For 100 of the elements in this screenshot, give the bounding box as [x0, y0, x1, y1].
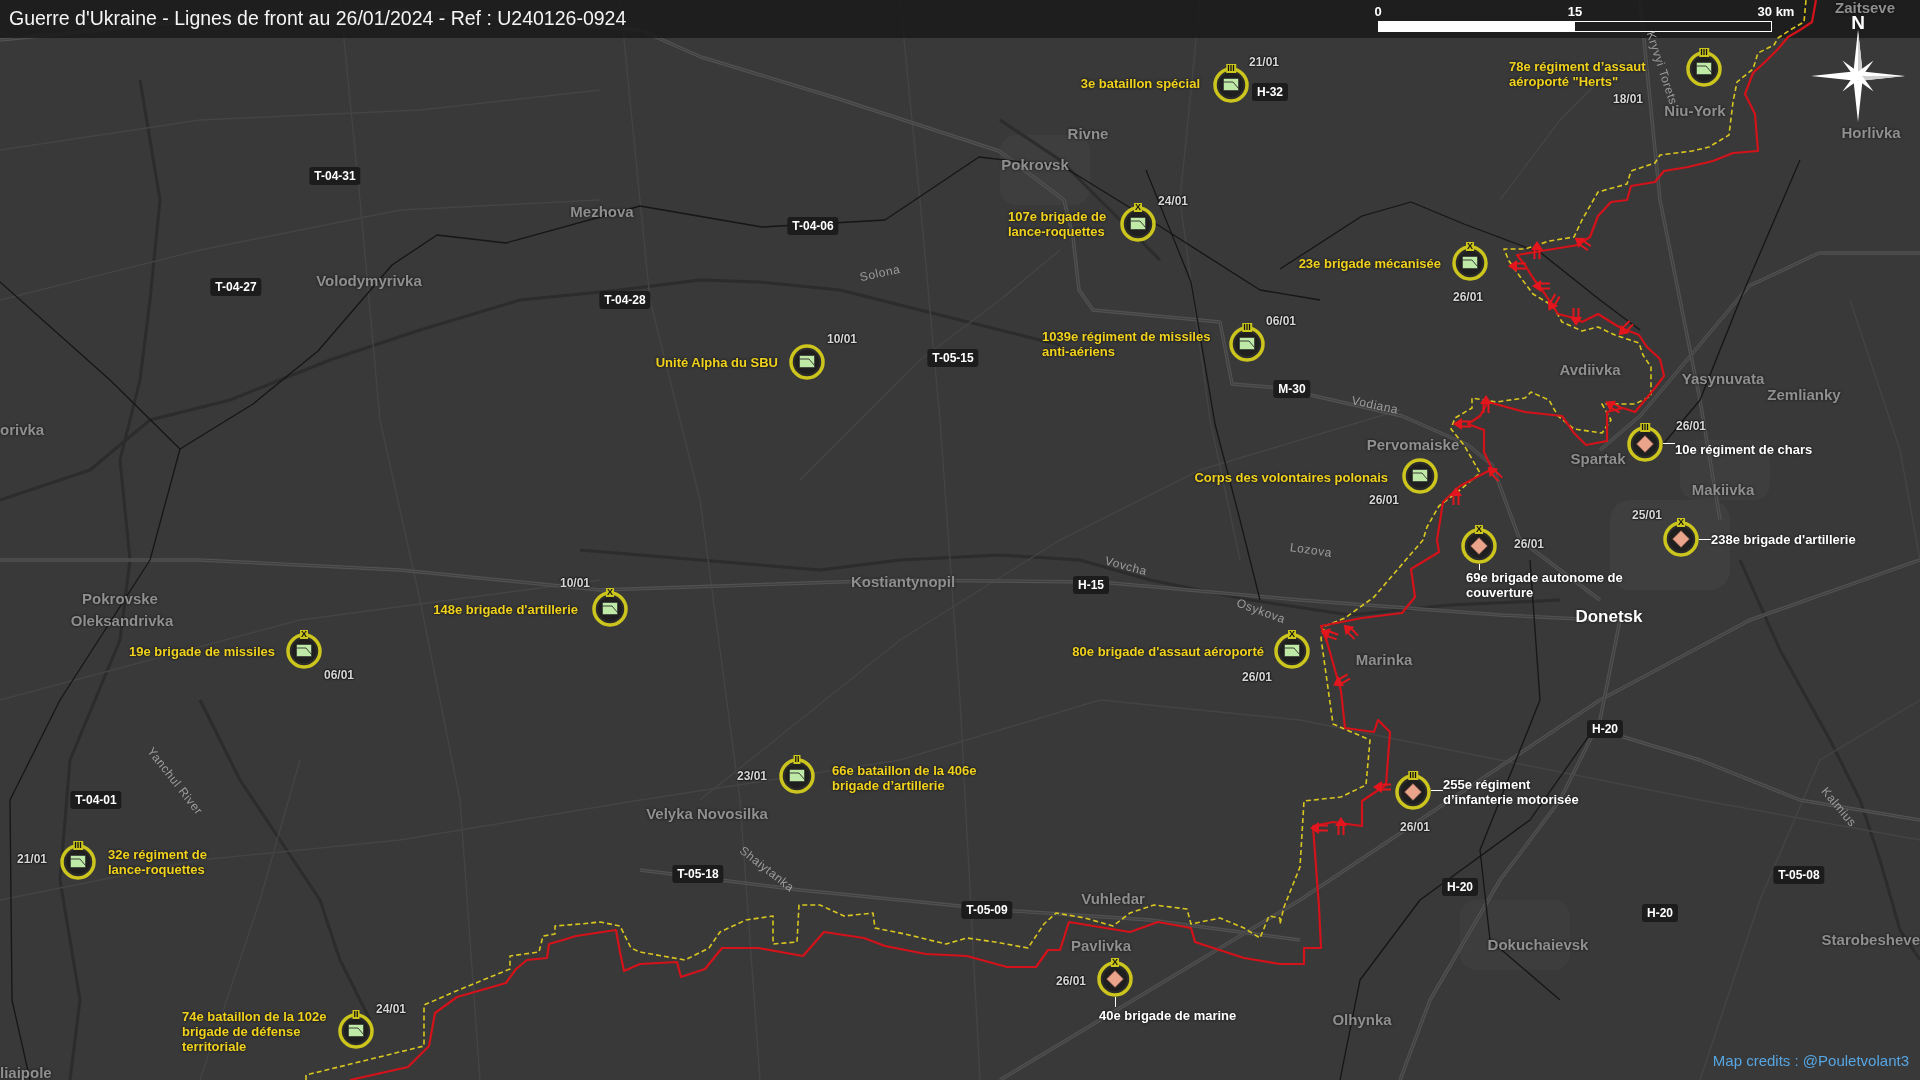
- road-number: T-05-09: [961, 901, 1013, 919]
- date-label: 24/01: [1158, 195, 1188, 207]
- date-label: 26/01: [1453, 291, 1483, 303]
- date-label: 26/01: [1676, 420, 1706, 432]
- place-name: Rivne: [1067, 125, 1109, 141]
- arrow-icon: [1320, 628, 1340, 641]
- unit-label: 40e brigade de marine: [1099, 1007, 1237, 1023]
- place-name: Avdiivka: [1559, 361, 1621, 377]
- road-number: T-05-15: [927, 349, 979, 367]
- echelon-mark: III: [1408, 771, 1418, 780]
- place-name: Mezhova: [570, 203, 634, 219]
- unit-label: 80e brigade d'assaut aéroporté: [1072, 643, 1264, 659]
- date-label: 06/01: [1266, 315, 1296, 327]
- place-name: Spartak: [1570, 450, 1626, 466]
- arrow-icon: [1508, 260, 1527, 272]
- map-credits: Map credits : @Pouletvolant3: [1712, 1053, 1909, 1068]
- place-name: Vuhledar: [1081, 890, 1145, 906]
- road-number: T-04-06: [787, 217, 839, 235]
- date-label: 26/01: [1514, 538, 1544, 550]
- leader-line: [1115, 997, 1116, 1007]
- unit-label: Corps des volontaires polonais: [1194, 469, 1388, 485]
- echelon-mark: III: [1226, 64, 1236, 73]
- echelon-mark: III: [1640, 423, 1650, 432]
- road-number: T-04-01: [70, 791, 122, 809]
- arrow-icon: [1333, 673, 1352, 687]
- unit-label: 238e brigade d'artillerie: [1711, 531, 1856, 547]
- road-number: H-15: [1073, 576, 1109, 594]
- place-name: Donetsk: [1575, 607, 1643, 625]
- date-label: 24/01: [376, 1003, 406, 1015]
- echelon-mark: X: [1111, 958, 1119, 967]
- arrow-icon: [1453, 418, 1472, 430]
- unit-label: 69e brigade autonome de couverture: [1466, 570, 1623, 600]
- arrow-icon: [1570, 307, 1582, 326]
- leader-line: [1479, 564, 1480, 570]
- leader-line: [1663, 443, 1675, 444]
- unit-label: 1039e régiment de missiles anti-aériens: [1042, 329, 1211, 359]
- place-name: liaipole: [0, 1064, 52, 1080]
- arrow-icon: [1480, 395, 1492, 414]
- unit-label: 78e régiment d’assaut aéroporté "Herts": [1509, 59, 1646, 89]
- map-title: Guerre d'Ukraine - Lignes de front au 26/01/2024 - Ref : U240126-0924: [8, 9, 627, 29]
- arrow-icon: [1335, 817, 1347, 836]
- place-name: Olhynka: [1332, 1011, 1392, 1027]
- place-name: Pervomaiske: [1366, 436, 1460, 452]
- road-number: M-30: [1273, 380, 1311, 398]
- place-name: Zaitseve: [1835, 0, 1895, 15]
- date-label: 21/01: [1249, 56, 1279, 68]
- echelon-mark: II: [352, 1010, 360, 1019]
- place-name: Volodymyrivka: [316, 272, 422, 288]
- river-name: Vodiana: [1350, 394, 1400, 416]
- arrow-icon: [1531, 241, 1543, 260]
- unit-label: 3e bataillon spécial: [1080, 75, 1200, 91]
- place-name: Oleksandrivka: [70, 612, 174, 628]
- place-name: Horlivka: [1841, 124, 1901, 140]
- unit-label: 148e brigade d'artillerie: [433, 601, 578, 617]
- unit-label: 255e régiment d’infanterie motorisée: [1443, 777, 1579, 807]
- place-name: Pokrovske: [82, 590, 158, 606]
- river-name: Vovcha: [1103, 554, 1149, 578]
- road-number: H-20: [1642, 904, 1678, 922]
- arrow-icon: [1373, 781, 1392, 793]
- unit-label: 107e brigade de lance-roquettes: [1008, 209, 1107, 239]
- place-name: Pavlivka: [1070, 937, 1132, 953]
- echelon-mark: II: [793, 755, 801, 764]
- leader-line: [1431, 790, 1443, 791]
- place-name: Marinka: [1355, 651, 1413, 667]
- echelon-mark: X: [1288, 630, 1296, 639]
- scale-label: 0: [1374, 5, 1382, 18]
- place-name: Velyka Novosilka: [646, 805, 768, 821]
- date-label: 18/01: [1613, 93, 1643, 105]
- river-name: Solona: [858, 262, 902, 284]
- arrow-icon: [1618, 319, 1635, 336]
- echelon-mark: III: [73, 841, 83, 850]
- date-label: 25/01: [1632, 509, 1662, 521]
- date-label: 10/01: [560, 577, 590, 589]
- echelon-mark: X: [1134, 203, 1142, 212]
- date-label: 26/01: [1056, 975, 1086, 987]
- date-label: 26/01: [1369, 494, 1399, 506]
- place-name: Pokrovsk: [1001, 156, 1069, 172]
- place-name: Makiivka: [1691, 481, 1755, 497]
- echelon-mark: III: [1699, 48, 1709, 57]
- echelon-mark: III: [1242, 323, 1252, 332]
- scale-label: 30 km: [1757, 5, 1795, 18]
- date-label: 23/01: [737, 770, 767, 782]
- date-label: 26/01: [1400, 821, 1430, 833]
- road-number: T-04-28: [599, 291, 651, 309]
- arrow-icon: [1487, 466, 1504, 483]
- echelon-mark: X: [1466, 242, 1474, 251]
- unit-label: 19e brigade de missiles: [129, 643, 275, 659]
- road-number: T-04-31: [309, 167, 361, 185]
- arrow-icon: [1450, 487, 1462, 506]
- river-name: Lozova: [1289, 541, 1333, 559]
- unit-label: 66e bataillon de la 406e brigade d’artillerie: [832, 763, 977, 793]
- north-label: N: [1851, 13, 1865, 32]
- unit-label: 23e brigade mécanisée: [1298, 255, 1441, 271]
- place-name: Kostiantynopil: [850, 573, 956, 589]
- arrow-icon: [1310, 822, 1329, 834]
- echelon-mark: X: [1475, 525, 1483, 534]
- unit-label: 74e bataillon de la 102e brigade de défense territoriale: [182, 1008, 327, 1054]
- scale-label: 15: [1567, 5, 1583, 18]
- road-number: T-05-18: [672, 865, 724, 883]
- place-name: Zemlianky: [1767, 386, 1841, 402]
